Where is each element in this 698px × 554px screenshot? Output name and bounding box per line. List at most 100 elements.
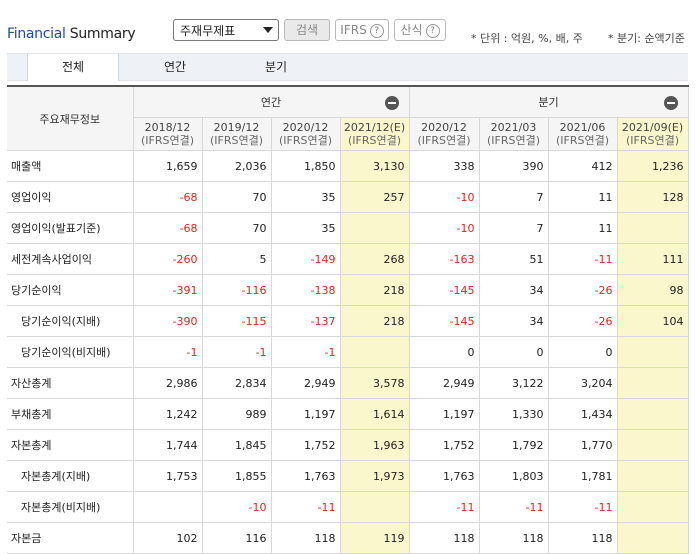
table-cell: 1,763 [270,460,341,492]
unit-note: * 단위 : 억원, %, 배, 주 [471,32,583,45]
table-cell: 3,204 [547,367,618,399]
table-cell: 35 [270,212,341,244]
table-cell: 390 [478,150,549,182]
table-cell: 257 [339,181,410,213]
statement-select-value: 주재무제표 [180,24,236,38]
collapse-icon[interactable] [384,96,399,110]
table-cell: 218 [339,274,410,306]
table-cell: 1,197 [270,398,341,430]
table-cell [616,460,689,492]
tab-all[interactable]: 전체 [27,54,119,81]
column-header: 2018/12 (IFRS연결) [132,117,203,151]
table-cell: -145 [408,305,480,337]
table-cell: 1,963 [339,429,410,461]
column-period: 2020/12 [421,121,467,134]
table-row: 당기순이익(지배) -390 -115 -137 218 -145 34 -26 104 [7,305,689,337]
ifrs-button[interactable]: IFRS? [335,19,389,41]
search-button-label: 검색 [295,23,319,37]
table-cell: -11 [547,243,618,275]
table-row: 영업이익(발표기준) -68 70 35 -10 7 11 [7,212,689,244]
table-cell: 1,197 [408,398,480,430]
statement-select[interactable]: 주재무제표 [173,19,279,41]
table-cell [616,429,689,461]
table-cell: 118 [547,522,618,554]
help-icon[interactable]: ? [369,23,384,38]
table-cell: 2,834 [201,367,272,399]
table-cell: 1,744 [132,429,203,461]
table-cell [616,522,689,554]
collapse-icon[interactable] [663,96,678,110]
table-cell: 7 [478,181,549,213]
table-cell: 1,614 [339,398,410,430]
financial-table: 주요재무정보 연간 분기 2018/12 (IFRS연결) 2019/12 (IFRS… [7,85,689,554]
table-cell [339,212,410,244]
table-cell: 1,659 [132,150,203,182]
table-cell: -145 [408,274,480,306]
column-period: 2018/12 [144,121,191,134]
table-cell: 98 [616,274,689,306]
row-label: 자산총계 [7,367,134,399]
ifrs-button-label: IFRS [340,23,367,37]
table-cell: -163 [408,243,480,275]
table-cell: 338 [408,150,480,182]
table-cell [132,491,203,523]
table-cell: -10 [408,181,480,213]
table-cell: 0 [478,336,549,368]
table-cell: 1,434 [547,398,618,430]
table-cell: -11 [478,491,549,523]
column-basis: (IFRS연결) [347,134,402,147]
help-icon[interactable]: ? [425,23,440,38]
toolbar: Financial Summary 주재무제표 검색 IFRS? 산식? * 단… [0,0,698,52]
table-cell: 116 [201,522,272,554]
table-cell: -1 [270,336,341,368]
table-cell: 1,792 [478,429,549,461]
table-cell: 1,781 [547,460,618,492]
column-header: 2020/12 (IFRS연결) [408,117,480,151]
table-cell: 11 [547,181,618,213]
table-cell: 1,845 [201,429,272,461]
period-tabs: 전체 연간 분기 [7,53,688,81]
table-cell: 2,036 [201,150,272,182]
tab-quarter[interactable]: 분기 [231,54,321,80]
table-cell: 1,973 [339,460,410,492]
column-basis: (IFRS연결) [140,134,195,147]
table-cell: -10 [201,491,272,523]
formula-button[interactable]: 산식? [394,19,446,41]
row-label: 자본금 [7,522,134,554]
row-label: 부채총계 [7,398,134,430]
table-cell: 1,855 [201,460,272,492]
table-cell [616,336,689,368]
table-cell: 5 [201,243,272,275]
table-cell: 268 [339,243,410,275]
table-cell [616,491,689,523]
table-cell: 1,770 [547,429,618,461]
table-row: 부채총계 1,242 989 1,197 1,614 1,197 1,330 1,434 [7,398,689,430]
column-basis: (IFRS연결) [555,134,610,147]
table-cell [616,367,689,399]
row-label: 당기순이익 [7,274,134,306]
table-cell: 3,130 [339,150,410,182]
group-quarter-label: 분기 [538,96,559,109]
table-cell: 51 [478,243,549,275]
table-cell: 104 [616,305,689,337]
table-cell: -11 [270,491,341,523]
column-basis: (IFRS연결) [209,134,264,147]
table-cell: -68 [132,181,203,213]
column-basis: (IFRS연결) [486,134,541,147]
table-cell: 128 [616,181,689,213]
tab-annual[interactable]: 연간 [130,54,220,80]
column-basis: (IFRS연결) [278,134,333,147]
column-header: 2021/12(E) (IFRS연결) [339,117,410,151]
table-cell [339,491,410,523]
table-row: 당기순이익(비지배) -1 -1 -1 0 0 0 [7,336,689,368]
page-title: Financial Summary [7,26,136,42]
table-row: 자본총계(비지배) -10 -11 -11 -11 -11 [7,491,689,523]
column-basis: (IFRS연결) [625,134,680,147]
search-button[interactable]: 검색 [284,19,330,41]
table-cell: -68 [132,212,203,244]
table-cell: 1,752 [270,429,341,461]
table-cell: 34 [478,305,549,337]
table-cell: 0 [408,336,480,368]
column-basis: (IFRS연결) [417,134,471,147]
row-label: 영업이익(발표기준) [7,212,134,244]
